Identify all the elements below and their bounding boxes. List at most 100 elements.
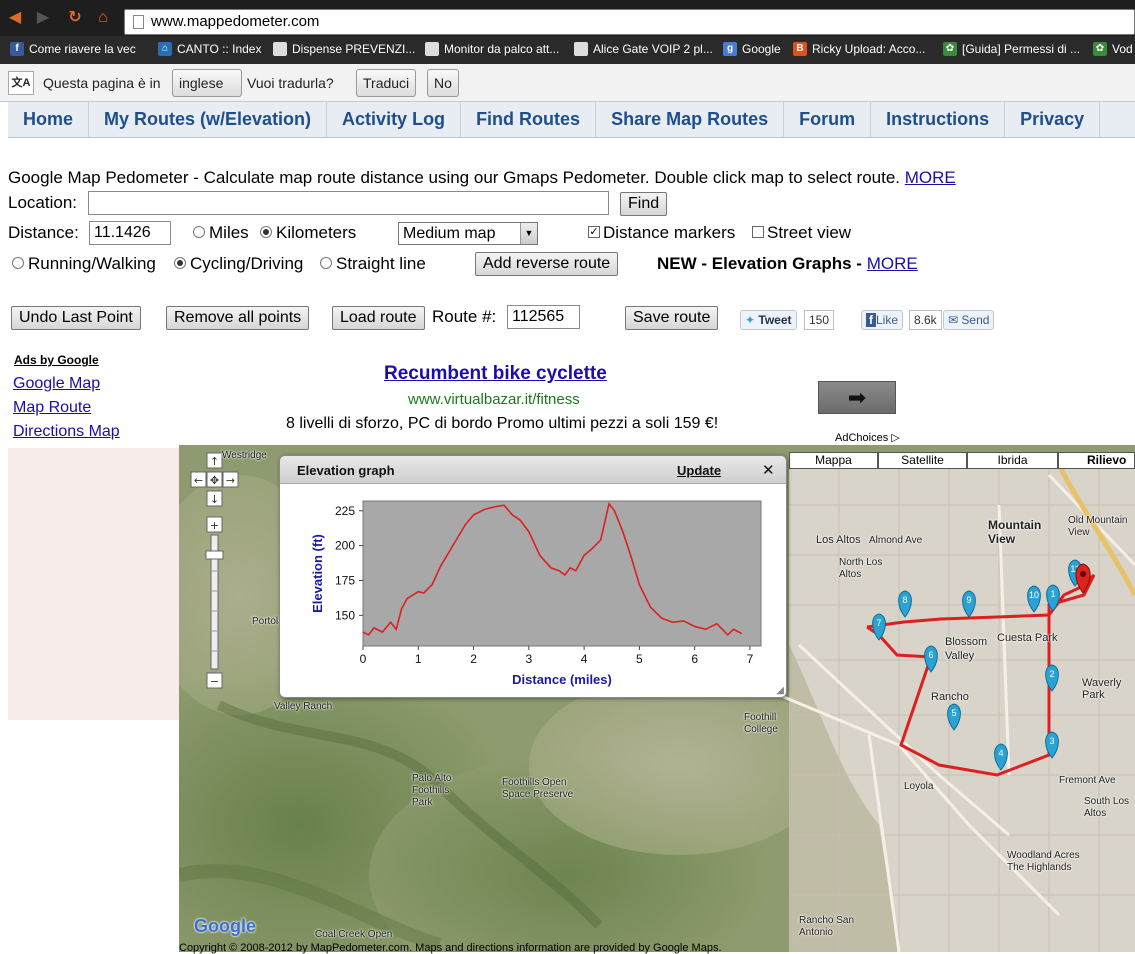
x-axis-label: Distance (miles) [512,672,612,687]
route-number-field[interactable]: 112565 [507,305,580,329]
radio-selected-icon [174,256,186,269]
bookmark-item[interactable]: B Ricky Upload: Acco... [793,42,925,56]
map-size-select[interactable]: Medium map ▼ [398,222,538,245]
bookmark-item[interactable]: Monitor da palco att... [425,42,559,56]
map-type-rilievo[interactable]: Rilievo [1058,452,1135,469]
y-tick-label: 200 [335,539,355,553]
facebook-icon: f [10,42,24,56]
elevation-more-link[interactable]: MORE [867,254,918,273]
nav-tab-privacy[interactable]: Privacy [1005,102,1101,138]
location-label: Location: [8,193,77,212]
location-input[interactable] [88,191,609,215]
nav-tab-activity-log[interactable]: Activity Log [327,102,462,138]
map-type-satellite[interactable]: Satellite [878,452,967,469]
street-view-checkbox[interactable]: Street view [752,223,851,243]
intro-text: Google Map Pedometer - Calculate map rou… [8,168,956,188]
back-arrow-icon[interactable]: ◀ [6,10,24,26]
tweet-button[interactable]: ✦ Tweet [740,310,797,330]
running-radio[interactable]: Running/Walking [12,254,156,274]
distance-markers-checkbox[interactable]: ✓ Distance markers [588,223,735,243]
no-button[interactable]: No [427,69,459,97]
like-button[interactable]: f Like [861,310,904,330]
map-label: South Los Altos [1084,796,1130,819]
language-select[interactable]: inglese ▼ [172,69,242,116]
send-button[interactable]: ✉ Send [943,310,995,330]
more-link[interactable]: MORE [905,168,956,187]
map-label: Old Mountain View [1068,515,1128,538]
copyright-text: Copyright © 2008-2012 by MapPedometer.co… [179,942,722,954]
nav-tab-forum[interactable]: Forum [784,102,872,138]
bookmark-item[interactable]: g Google [723,42,781,56]
radio-icon [193,225,205,238]
distance-label: Distance: [8,223,79,242]
sidebar-link-map-route[interactable]: Map Route [13,399,91,417]
ads-label[interactable]: Ads by Google [14,353,99,367]
map-type-ibrida[interactable]: Ibrida [967,452,1058,469]
save-route-button[interactable]: Save route [625,306,719,330]
address-bar[interactable]: www.mappedometer.com [124,9,1135,35]
arrow-right-icon: ➡ [847,385,867,410]
translate-icon: 文A [8,71,34,95]
cycling-label: Cycling/Driving [190,254,304,273]
x-tick-label: 0 [360,652,367,666]
nav-tab-find-routes[interactable]: Find Routes [461,102,597,138]
bookmark-item[interactable]: ✿ Vod [1093,42,1133,56]
zoom-pan-control[interactable]: ↑ ← ✥ → ↓ + − [189,451,249,701]
address-text[interactable]: www.mappedometer.com [151,13,319,30]
nav-tab-share-map-routes[interactable]: Share Map Routes [596,102,785,138]
find-button[interactable]: Find [620,192,668,216]
map-label: Blossom Valley [945,636,988,662]
distance-field[interactable]: 11.1426 [89,221,171,245]
bookmark-item[interactable]: ⌂ CANTO :: Index [158,42,261,56]
ad-url[interactable]: www.virtualbazar.it/fitness [408,391,580,408]
straight-line-label: Straight line [336,254,426,273]
map-label: Fremont Ave [1059,775,1116,786]
bookmark-item[interactable]: Alice Gate VOIP 2 pl... [574,42,713,56]
load-route-button[interactable]: Load route [332,306,425,330]
undo-button[interactable]: Undo Last Point [11,306,141,330]
ad-title-link[interactable]: Recumbent bike cyclette [384,363,607,385]
bookmark-label: Google [742,42,781,56]
home-icon[interactable]: ⌂ [94,10,112,26]
map-label: North Los Altos [839,557,883,580]
miles-label: Miles [209,223,249,242]
update-link[interactable]: Update [677,463,721,478]
elevation-panel-title: Elevation graph [297,463,395,478]
elevation-chart: 150 175 200 225 0 1 2 3 4 5 6 7 Distance (miles) Elev… [310,500,762,687]
bookmark-label: CANTO :: Index [177,42,262,56]
map-view[interactable]: 1 2 3 4 5 6 7 8 9 10 11 ↑ ← ✥ → ↓ + − Ma… [179,445,1135,952]
reverse-route-button[interactable]: Add reverse route [475,252,619,276]
bookmark-item[interactable]: f Come riavere la vec [10,42,136,56]
straight-line-radio[interactable]: Straight line [320,254,426,274]
reload-icon[interactable]: ↻ [66,10,84,26]
remove-points-button[interactable]: Remove all points [166,306,310,330]
map-label: Westridge [222,450,267,461]
map-size-value: Medium map [403,225,496,242]
translate-button[interactable]: Traduci [356,69,417,97]
sidebar-link-directions-map[interactable]: Directions Map [13,423,120,441]
kilometers-radio[interactable]: Kilometers [260,223,356,243]
map-type-mappa[interactable]: Mappa [789,452,878,469]
map-label: Foothills Open Space Preserve [502,777,574,800]
forward-arrow-icon[interactable]: ▶ [34,10,52,26]
bookmark-item[interactable]: ✿ [Guida] Permessi di ... [943,42,1080,56]
twitter-icon: ✦ [745,313,756,327]
svg-text:−: − [210,675,219,688]
svg-text:4: 4 [998,748,1003,758]
nav-tab-instructions[interactable]: Instructions [871,102,1006,138]
ad-arrow-button[interactable]: ➡ [818,381,896,414]
adchoices[interactable]: AdChoices ▷ [835,431,900,444]
svg-text:9: 9 [966,595,971,605]
nav-tab-my-routes-w-elevation[interactable]: My Routes (w/Elevation) [89,102,328,138]
bookmark-item[interactable]: Dispense PREVENZI... [273,42,415,56]
miles-radio[interactable]: Miles [193,223,249,243]
svg-text:5: 5 [951,708,956,718]
cycling-radio[interactable]: Cycling/Driving [174,254,303,274]
x-tick-label: 7 [747,652,754,666]
sidebar-link-google-map[interactable]: Google Map [13,375,100,393]
close-icon[interactable]: ✕ [762,461,775,479]
nav-tab-home[interactable]: Home [8,102,90,138]
resize-handle-icon[interactable]: ◢ [776,685,784,696]
route-number-label: Route #: [432,307,497,326]
x-tick-label: 4 [581,652,588,666]
